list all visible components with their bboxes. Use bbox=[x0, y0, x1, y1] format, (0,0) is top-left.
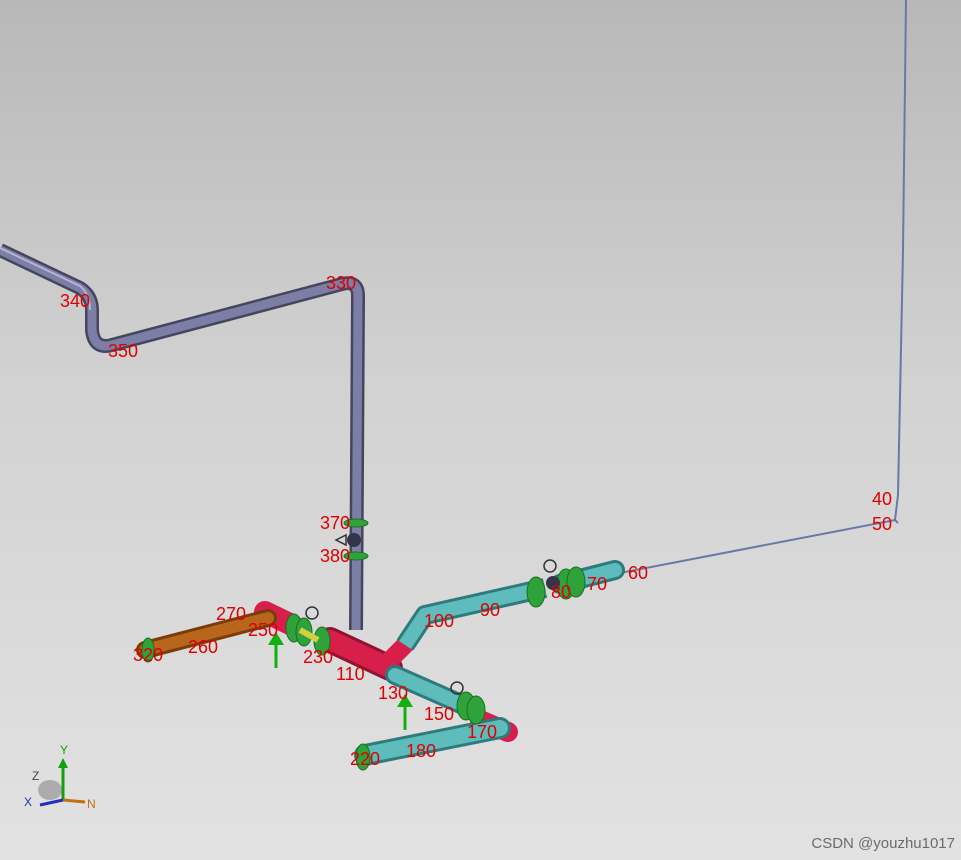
triad-x-axis bbox=[39, 798, 64, 807]
node-label-220: 220 bbox=[350, 749, 380, 769]
triad-label-y: Y bbox=[60, 743, 68, 757]
piping-model: 40 50 60 70 80 90 100 110 130 150 170 18… bbox=[0, 0, 907, 811]
node-label-230: 230 bbox=[303, 647, 333, 667]
node-label-180: 180 bbox=[406, 741, 436, 761]
axis-triad[interactable]: Y Z X N bbox=[24, 743, 96, 811]
3d-model-viewport[interactable]: 40 50 60 70 80 90 100 110 130 150 170 18… bbox=[0, 0, 961, 860]
node-label-70: 70 bbox=[587, 574, 607, 594]
node-label-270: 270 bbox=[216, 604, 246, 624]
triad-label-z: Z bbox=[32, 769, 39, 783]
watermark-text: CSDN @youzhu1017 bbox=[811, 835, 955, 852]
node-label-130: 130 bbox=[378, 683, 408, 703]
node-label-260: 260 bbox=[188, 637, 218, 657]
node-labels: 40 50 60 70 80 90 100 110 130 150 170 18… bbox=[60, 273, 892, 769]
node-label-80: 80 bbox=[551, 582, 571, 602]
node-label-380: 380 bbox=[320, 546, 350, 566]
node-label-370: 370 bbox=[320, 513, 350, 533]
node-label-150: 150 bbox=[424, 704, 454, 724]
pipe-purple-upper[interactable] bbox=[0, 243, 365, 631]
triad-label-n: N bbox=[87, 797, 96, 811]
node-label-60: 60 bbox=[628, 563, 648, 583]
node-label-170: 170 bbox=[467, 722, 497, 742]
node-label-320: 320 bbox=[133, 645, 163, 665]
thin-pipe-run[interactable] bbox=[619, 0, 907, 574]
node-label-40: 40 bbox=[872, 489, 892, 509]
valve-handwheel-icon bbox=[305, 606, 319, 620]
valve-handwheel-icon bbox=[334, 533, 347, 547]
valve-handwheel-icon bbox=[543, 559, 557, 573]
node-label-90: 90 bbox=[480, 600, 500, 620]
node-label-50: 50 bbox=[872, 514, 892, 534]
node-label-100: 100 bbox=[424, 611, 454, 631]
triad-n-axis bbox=[62, 798, 86, 804]
node-label-250: 250 bbox=[248, 620, 278, 640]
triad-label-x: X bbox=[24, 795, 32, 809]
node-label-340: 340 bbox=[60, 291, 90, 311]
node-label-110: 110 bbox=[336, 664, 365, 684]
node-label-350: 350 bbox=[108, 341, 138, 361]
node-label-330: 330 bbox=[326, 273, 356, 293]
